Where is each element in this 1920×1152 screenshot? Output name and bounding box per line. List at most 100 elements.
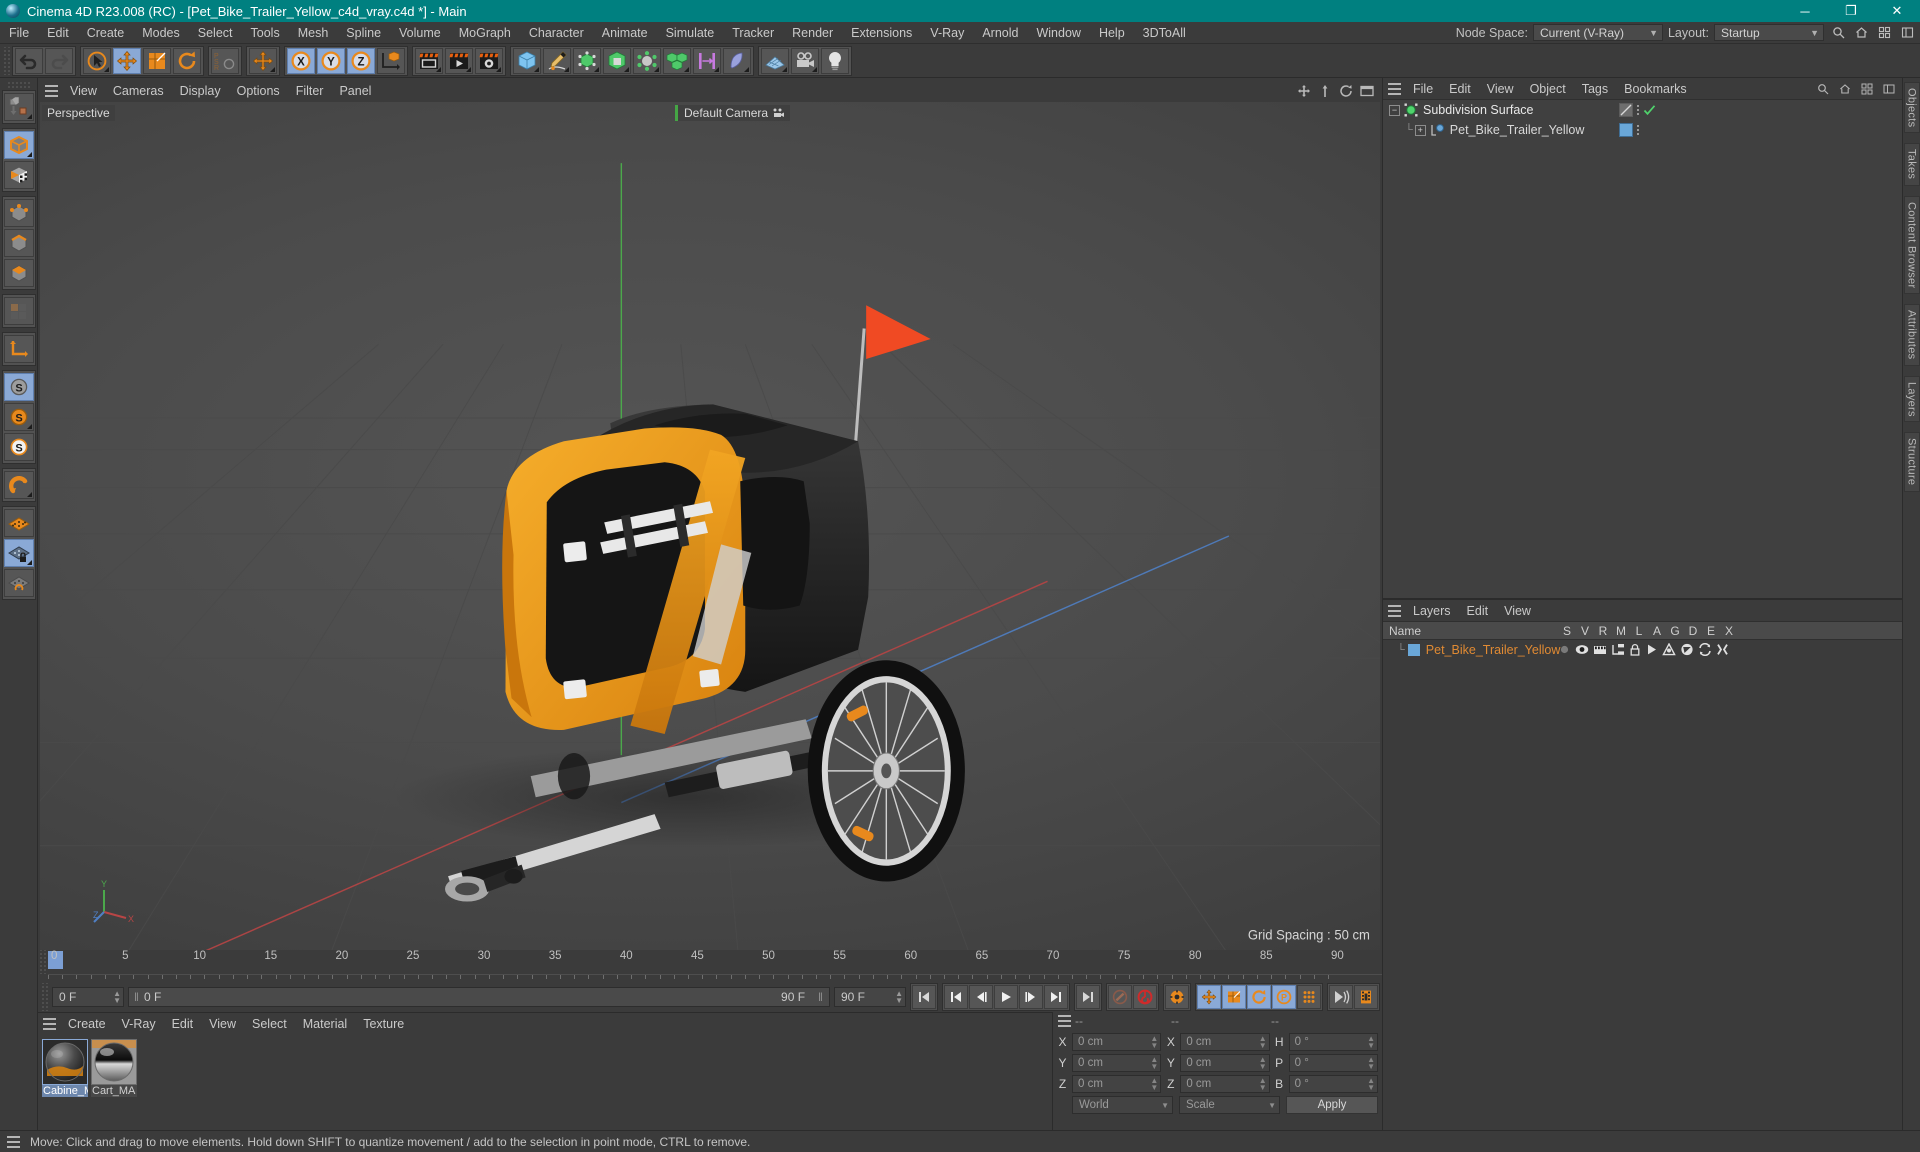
menu-item-extensions[interactable]: Extensions (842, 22, 921, 44)
grid-icon[interactable] (1875, 24, 1893, 42)
position-y-field[interactable]: 0 cm ▲ ▼ (1072, 1054, 1162, 1072)
object-manager-menu-icon[interactable] (1383, 78, 1405, 100)
layer-column-d[interactable]: D (1684, 624, 1702, 638)
spinner-icon[interactable]: ▲ ▼ (1150, 1077, 1158, 1092)
viewport-camera-label[interactable]: Default Camera (675, 105, 791, 121)
lock-icon[interactable] (1629, 643, 1641, 656)
spinner-icon[interactable]: ▲ ▼ (1367, 1077, 1375, 1092)
xref-icon[interactable] (1716, 643, 1729, 656)
viewport-menu-display[interactable]: Display (172, 80, 229, 102)
go-to-previous-key-button[interactable] (944, 985, 968, 1009)
position-x-field[interactable]: 0 cm ▲ ▼ (1072, 1033, 1162, 1051)
node-space-select[interactable]: Current (V-Ray) ▼ (1532, 24, 1663, 41)
uv-polygon-mode-button[interactable] (3, 297, 34, 325)
right-tab-content-browser[interactable]: Content Browser (1903, 195, 1920, 295)
animation-icon[interactable] (1645, 643, 1658, 656)
menu-item-help[interactable]: Help (1090, 22, 1134, 44)
go-to-end-button[interactable] (1076, 985, 1100, 1009)
material-item[interactable]: Cabine_M (42, 1039, 88, 1097)
workplane-reset-button[interactable] (3, 569, 34, 597)
end-frame-field[interactable]: 90 F ▲ ▼ (834, 987, 906, 1007)
layer-column-g[interactable]: G (1666, 624, 1684, 638)
render-settings-button[interactable] (475, 47, 503, 74)
deformer-button[interactable] (603, 47, 631, 74)
workplane-lock-button[interactable] (3, 539, 34, 567)
light-object-button[interactable] (821, 47, 849, 74)
enable-snap-button[interactable]: S (3, 373, 34, 401)
render-icon[interactable] (1593, 643, 1607, 656)
maximize-viewport-icon[interactable] (1358, 82, 1376, 100)
spinner-icon[interactable]: ▲ ▼ (1259, 1056, 1267, 1071)
menu-item-arnold[interactable]: Arnold (973, 22, 1027, 44)
mograph-effector-button[interactable] (693, 47, 721, 74)
texture-mode-button[interactable] (3, 161, 34, 189)
menu-item-mesh[interactable]: Mesh (289, 22, 338, 44)
menu-item-tools[interactable]: Tools (242, 22, 289, 44)
home-icon[interactable] (1852, 24, 1870, 42)
scale-tool-button[interactable] (143, 47, 171, 74)
object-row-pet-bike-trailer-yellow[interactable]: └ + Pet_Bike_Trailer_Yellow (1383, 120, 1902, 140)
right-tab-objects[interactable]: Objects (1903, 82, 1920, 134)
object-manager-menu-file[interactable]: File (1405, 78, 1441, 100)
object-manager-menu-tags[interactable]: Tags (1574, 78, 1616, 100)
menu-item-v-ray[interactable]: V-Ray (921, 22, 973, 44)
lock-y-axis-button[interactable]: Y (317, 47, 345, 74)
size-y-field[interactable]: 0 cm ▲ ▼ (1180, 1054, 1270, 1072)
world-local-move-button[interactable] (249, 47, 277, 74)
object-manager-menu-edit[interactable]: Edit (1441, 78, 1479, 100)
layer-manager-menu-view[interactable]: View (1496, 600, 1539, 622)
coordinate-mode-select[interactable]: Scale ▼ (1179, 1096, 1280, 1114)
rotation-p-field[interactable]: 0 ° ▲ ▼ (1288, 1054, 1378, 1072)
array-clone-button[interactable] (663, 47, 691, 74)
floor-object-button[interactable] (761, 47, 789, 74)
lock-x-axis-button[interactable]: X (287, 47, 315, 74)
lock-z-axis-button[interactable]: Z (347, 47, 375, 74)
deformer-icon[interactable] (1680, 643, 1694, 656)
viewport-menu-icon[interactable] (40, 80, 62, 102)
size-x-field[interactable]: 0 cm ▲ ▼ (1180, 1033, 1270, 1051)
left-palette-grip[interactable] (5, 80, 32, 88)
minimize-button[interactable]: ─ (1782, 0, 1828, 22)
make-editable-button[interactable] (3, 93, 34, 121)
viewport-menu-panel[interactable]: Panel (331, 80, 379, 102)
right-tab-attributes[interactable]: Attributes (1903, 304, 1920, 366)
expand-toggle[interactable]: + (1414, 124, 1426, 136)
step-forward-button[interactable] (1019, 985, 1043, 1009)
menu-item-tracker[interactable]: Tracker (723, 22, 783, 44)
layer-column-x[interactable]: X (1720, 624, 1738, 638)
viewport-menu-cameras[interactable]: Cameras (105, 80, 172, 102)
layer-column-s[interactable]: S (1558, 624, 1576, 638)
play-mode-button[interactable] (1329, 985, 1353, 1009)
spinner-icon[interactable]: ▲ ▼ (1150, 1035, 1158, 1050)
object-manager-menu-bookmarks[interactable]: Bookmarks (1616, 78, 1695, 100)
layer-column-r[interactable]: R (1594, 624, 1612, 638)
rotation-b-field[interactable]: 0 ° ▲ ▼ (1288, 1075, 1378, 1093)
current-frame-field[interactable]: 0 F ▲ ▼ (52, 987, 124, 1007)
material-menu-view[interactable]: View (201, 1013, 244, 1035)
menu-item-select[interactable]: Select (189, 22, 242, 44)
spinner-icon[interactable]: ▲ ▼ (889, 990, 903, 1005)
workplane-button[interactable] (3, 509, 34, 537)
menu-item-simulate[interactable]: Simulate (657, 22, 724, 44)
coordinates-menu-icon[interactable] (1053, 1010, 1075, 1032)
pan-viewport-icon[interactable] (1295, 82, 1313, 100)
layer-manager-menu-icon[interactable] (1383, 600, 1405, 622)
edge-mode-button[interactable] (3, 229, 34, 257)
key-point-level-button[interactable] (1297, 985, 1321, 1009)
visible-icon[interactable] (1575, 643, 1589, 656)
menu-item-modes[interactable]: Modes (133, 22, 189, 44)
menu-item-spline[interactable]: Spline (337, 22, 390, 44)
material-menu-select[interactable]: Select (244, 1013, 295, 1035)
select-tool-button[interactable] (83, 47, 111, 74)
home-icon[interactable] (1836, 80, 1854, 98)
timeline-range-bar[interactable]: ‖ 0 F 90 F ‖ (128, 987, 830, 1007)
redo-button[interactable] (45, 47, 73, 74)
viewport-menu-view[interactable]: View (62, 80, 105, 102)
menu-item-edit[interactable]: Edit (38, 22, 78, 44)
key-position-button[interactable] (1197, 985, 1221, 1009)
key-rotation-button[interactable] (1247, 985, 1271, 1009)
layer-column-v[interactable]: V (1576, 624, 1594, 638)
field-object-button[interactable] (723, 47, 751, 74)
layer-manager-menu-edit[interactable]: Edit (1459, 600, 1497, 622)
record-active-objects-button[interactable] (1108, 985, 1132, 1009)
